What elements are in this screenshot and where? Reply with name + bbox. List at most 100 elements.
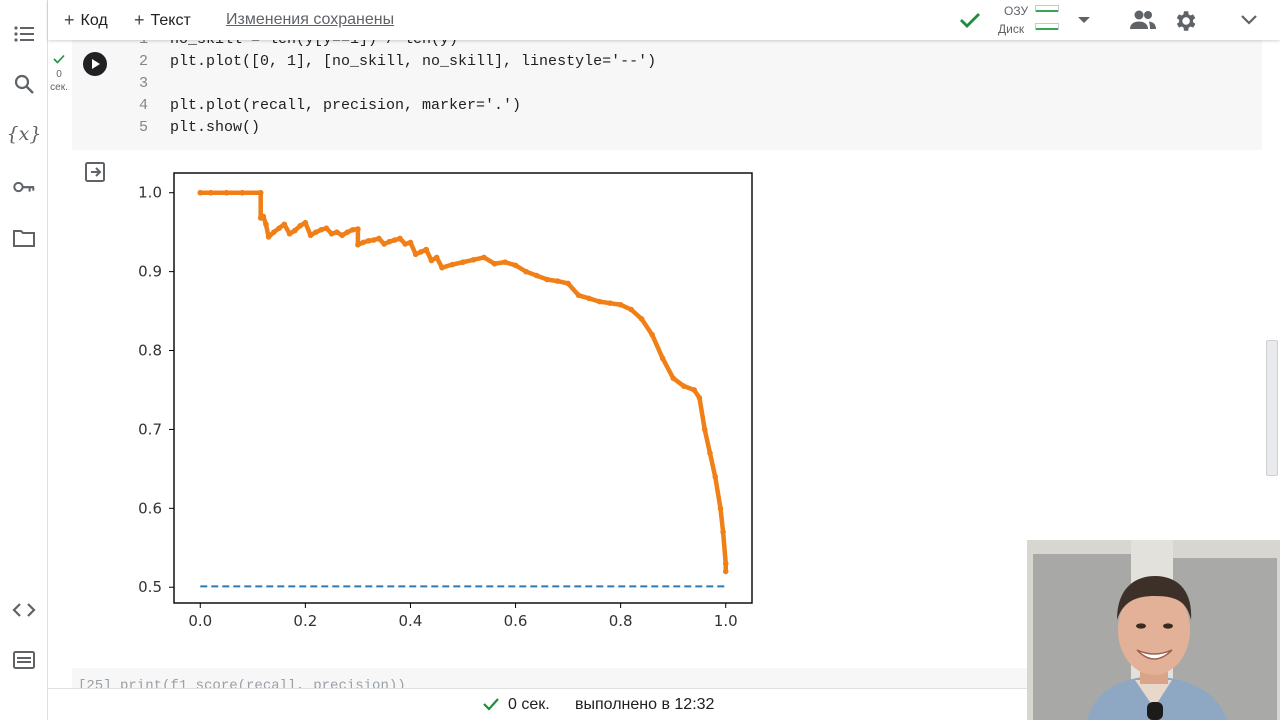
- precision-recall-point: [292, 227, 298, 234]
- line-number: 1: [136, 40, 148, 48]
- precision-recall-point: [533, 272, 540, 279]
- line-number: 5: [138, 119, 148, 136]
- code-line: plt.plot(recall, precision, marker='.'): [170, 97, 522, 114]
- presenter-video-image: [1027, 540, 1280, 720]
- precision-recall-point: [307, 232, 314, 239]
- x-tick-label: 0.2: [293, 612, 317, 630]
- folder-icon[interactable]: [12, 226, 36, 250]
- vertical-scrollbar[interactable]: [1266, 340, 1278, 476]
- precision-recall-point: [722, 560, 729, 567]
- y-tick-label: 0.6: [138, 499, 162, 517]
- y-tick-label: 0.5: [138, 578, 162, 596]
- x-tick-label: 0.0: [188, 612, 212, 630]
- precision-recall-point: [197, 189, 204, 196]
- precision-recall-point: [397, 235, 403, 242]
- x-tick-label: 1.0: [714, 612, 738, 630]
- precision-recall-point: [265, 234, 272, 240]
- precision-recall-point: [370, 237, 377, 243]
- precision-recall-point: [386, 238, 393, 245]
- precision-recall-point: [418, 249, 424, 255]
- precision-recall-point: [318, 227, 324, 233]
- precision-recall-point: [512, 262, 519, 269]
- precision-recall-point: [712, 473, 719, 480]
- ram-bar: [1035, 5, 1059, 12]
- plot-frame: [173, 172, 753, 604]
- precision-recall-point: [628, 306, 634, 313]
- connected-check-icon: [958, 8, 982, 37]
- precision-recall-point: [376, 235, 382, 242]
- precision-recall-point: [720, 529, 726, 535]
- add-code-button[interactable]: + Код: [64, 10, 108, 31]
- precision-recall-point: [428, 257, 435, 264]
- clear-output-icon[interactable]: [83, 160, 107, 189]
- precision-recall-point: [544, 276, 550, 283]
- precision-recall-point: [412, 251, 419, 258]
- precision-recall-point: [313, 229, 319, 235]
- key-icon[interactable]: [12, 175, 36, 199]
- precision-recall-point: [286, 230, 293, 237]
- precision-recall-point: [239, 189, 246, 196]
- status-duration: 0 сек.: [508, 696, 550, 713]
- precision-recall-point: [717, 505, 724, 512]
- precision-recall-point: [433, 254, 440, 261]
- top-toolbar: + Код + Текст Изменения сохранены ОЗУ Ди…: [48, 0, 1280, 40]
- precision-recall-point: [334, 229, 340, 235]
- precision-recall-point: [565, 280, 571, 287]
- precision-recall-point: [481, 254, 487, 261]
- line-number: 3: [138, 75, 148, 92]
- chevron-down-icon[interactable]: [1238, 10, 1260, 35]
- y-tick-label: 1.0: [138, 184, 162, 202]
- precision-recall-point: [460, 259, 466, 265]
- precision-recall-point: [355, 226, 361, 232]
- precision-recall-point: [328, 230, 335, 237]
- precision-recall-point: [470, 256, 477, 263]
- colab-window: {x} + Код + Текст Изменения сохранены ОЗ…: [0, 0, 1280, 720]
- precision-recall-point: [276, 225, 282, 232]
- plus-icon: +: [64, 10, 75, 30]
- precision-recall-point: [407, 239, 414, 246]
- precision-recall-point: [349, 227, 356, 233]
- search-icon[interactable]: [12, 72, 36, 96]
- y-tick-label: 0.9: [138, 263, 162, 281]
- precision-recall-point: [491, 260, 498, 267]
- precision-recall-point: [339, 232, 345, 239]
- precision-recall-point: [596, 298, 603, 305]
- precision-recall-point: [449, 261, 456, 268]
- precision-recall-point: [523, 268, 529, 275]
- caret-down-icon[interactable]: [1074, 10, 1094, 35]
- precision-recall-point: [281, 221, 288, 228]
- variables-icon[interactable]: {x}: [7, 122, 42, 146]
- precision-recall-point: [701, 426, 708, 433]
- precision-recall-point: [696, 395, 703, 401]
- save-status-link[interactable]: Изменения сохранены: [226, 11, 394, 29]
- status-check-icon: [482, 696, 500, 717]
- code-line: plt.plot([0, 1], [no_skill, no_skill], l…: [170, 53, 657, 70]
- precision-recall-point: [263, 221, 269, 228]
- precision-recall-point: [649, 331, 655, 338]
- next-code-cell[interactable]: [25] print(f1_score(recall, precision)): [72, 668, 1032, 690]
- precision-recall-point: [302, 219, 309, 226]
- gear-icon[interactable]: [1172, 8, 1198, 39]
- ram-label: ОЗУ: [1004, 4, 1029, 18]
- status-executed-at: выполнено в 12:32: [575, 696, 715, 713]
- webcam-overlay: [1027, 540, 1280, 720]
- code-viewport: 1 no_skill = len(y[y==1]) / len(y) 2 plt…: [72, 40, 1262, 150]
- exec-time-unit: сек.: [50, 82, 68, 93]
- precision-recall-point: [586, 295, 592, 302]
- left-sidebar: {x}: [0, 0, 48, 720]
- code-snippets-icon[interactable]: [12, 598, 36, 622]
- terminal-icon[interactable]: [12, 648, 36, 672]
- precision-recall-point: [381, 241, 387, 247]
- precision-recall-point: [439, 264, 445, 271]
- precision-recall-point: [617, 301, 624, 308]
- precision-recall-point: [207, 189, 214, 196]
- disk-bar: [1035, 23, 1059, 30]
- add-text-button[interactable]: + Текст: [134, 10, 191, 31]
- precision-recall-chart: 0.0 0.2 0.4 0.6 0.8 1.0 0.5 0.6 0.7 0.8 0.9 1.0: [138, 172, 753, 630]
- execution-status: 0 сек.: [48, 54, 70, 94]
- precision-recall-point: [355, 241, 361, 248]
- table-of-contents-icon[interactable]: [12, 22, 36, 46]
- share-users-icon[interactable]: [1128, 8, 1158, 37]
- precision-recall-point: [659, 355, 666, 362]
- precision-recall-point: [423, 246, 430, 253]
